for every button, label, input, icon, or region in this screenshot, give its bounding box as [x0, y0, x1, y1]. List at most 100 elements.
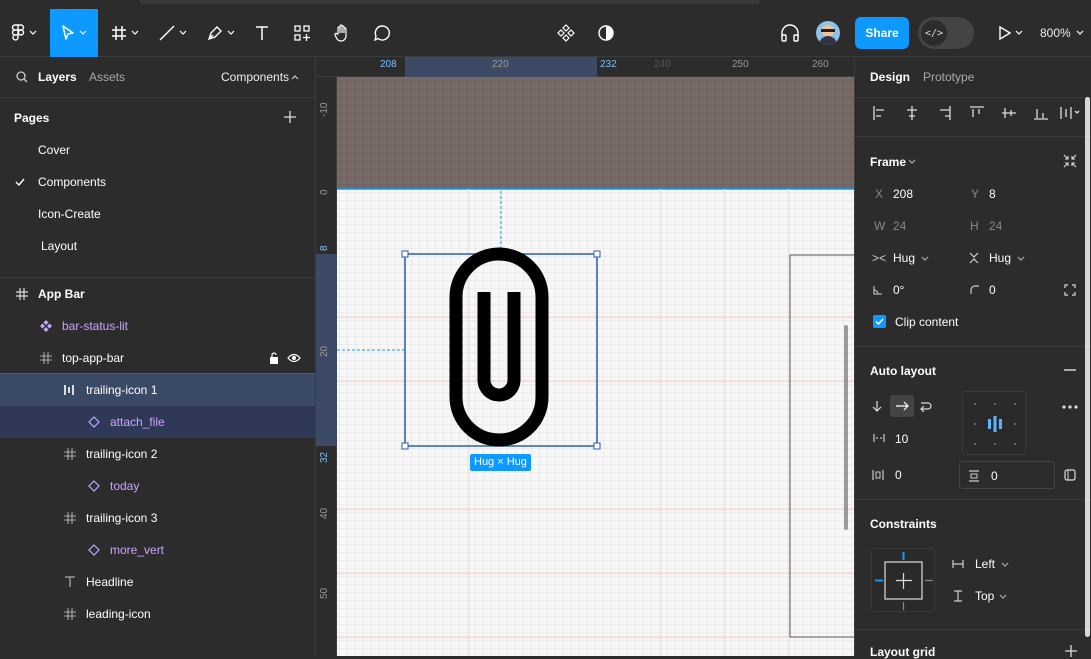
h-input[interactable]: 24 — [989, 219, 1002, 233]
auto-layout-icon — [64, 385, 74, 395]
hug-height-select[interactable]: Hug — [989, 251, 1011, 265]
layer-label: bar-status-lit — [62, 319, 129, 333]
chevron-down-icon[interactable] — [999, 594, 1007, 600]
hand-icon — [334, 24, 347, 42]
layer-row[interactable]: leading-icon — [0, 598, 315, 630]
layer-row[interactable]: trailing-icon 2 — [0, 438, 315, 470]
page-item-active[interactable]: Components — [0, 166, 315, 198]
eye-icon[interactable] — [287, 353, 301, 363]
padding-vertical-input[interactable]: 0 — [991, 469, 998, 483]
layer-row[interactable]: today — [0, 470, 315, 502]
canvas[interactable]: 208 220 232 240 250 260 -10 0 8 20 32 40… — [316, 57, 854, 656]
y-input[interactable]: 8 — [989, 187, 996, 201]
move-tool-button[interactable] — [50, 9, 98, 57]
present-button[interactable] — [994, 9, 1028, 57]
theme-toggle-button[interactable] — [592, 9, 620, 57]
pen-tool-button[interactable] — [198, 9, 244, 57]
pages-heading: Pages — [14, 111, 50, 125]
chevron-down-icon[interactable] — [1017, 256, 1025, 262]
avatar[interactable] — [816, 21, 840, 45]
zoom-level[interactable]: 800% — [1040, 26, 1071, 40]
constraint-horizontal-select[interactable]: Left — [975, 557, 995, 571]
ruler-tick: 260 — [812, 59, 829, 70]
component-button[interactable] — [552, 9, 580, 57]
tab-design[interactable]: Design — [870, 70, 910, 84]
headphones-icon — [781, 24, 799, 42]
wrap-icon[interactable] — [920, 400, 932, 412]
page-item[interactable]: Layout — [0, 230, 315, 262]
direction-vertical-icon[interactable] — [872, 400, 882, 412]
individual-padding-icon[interactable] — [1064, 469, 1076, 481]
more-options-icon[interactable] — [1062, 405, 1078, 409]
w-input[interactable]: 24 — [893, 219, 906, 233]
alignment-dots-icon — [974, 403, 1016, 445]
auto-layout-title: Auto layout — [870, 364, 936, 378]
hand-tool-button[interactable] — [328, 9, 356, 57]
remove-auto-layout-icon[interactable] — [1064, 369, 1076, 371]
alignment-grid[interactable] — [962, 391, 1026, 455]
layer-row[interactable]: Headline — [0, 566, 315, 598]
search-icon[interactable] — [16, 71, 28, 83]
panel-scrollbar[interactable] — [1085, 97, 1090, 637]
instance-icon — [88, 480, 100, 492]
chevron-down-icon[interactable] — [908, 159, 916, 165]
constraints-diagram-icon — [875, 552, 933, 610]
share-button[interactable]: Share — [855, 17, 909, 49]
layer-row[interactable]: more_vert — [0, 534, 315, 566]
layer-row[interactable]: App Bar — [0, 278, 315, 310]
components-dropdown[interactable]: Components — [221, 70, 289, 84]
layer-row-selected[interactable]: trailing-icon 1 — [0, 374, 315, 406]
constraint-vertical-select[interactable]: Top — [975, 589, 994, 603]
w-label: W — [874, 219, 886, 233]
chevron-down-icon — [179, 30, 187, 35]
text-tool-button[interactable] — [248, 9, 276, 57]
radius-input[interactable]: 0 — [989, 283, 996, 297]
comment-tool-button[interactable] — [368, 9, 396, 57]
gap-input[interactable]: 10 — [895, 432, 908, 446]
chevron-down-icon[interactable] — [1076, 30, 1084, 36]
check-icon — [875, 318, 884, 326]
page-item[interactable]: Cover — [0, 134, 315, 166]
tab-prototype[interactable]: Prototype — [923, 70, 974, 84]
add-page-icon[interactable] — [284, 111, 296, 123]
frame-section-title[interactable]: Frame — [870, 155, 906, 169]
resources-button[interactable] — [288, 9, 316, 57]
main-menu-button[interactable] — [0, 9, 48, 57]
layer-row[interactable]: bar-status-lit — [0, 310, 315, 342]
direction-horizontal-button[interactable] — [890, 395, 914, 417]
hug-width-select[interactable]: Hug — [893, 251, 915, 265]
chevron-up-icon[interactable] — [291, 74, 299, 80]
h-label: H — [970, 219, 979, 233]
clip-content-checkbox[interactable] — [873, 315, 886, 328]
ruler-tick: 50 — [319, 587, 330, 599]
constraints-widget[interactable] — [871, 548, 935, 612]
frame-tool-button[interactable] — [102, 9, 148, 57]
divider — [855, 346, 1091, 347]
layer-row[interactable]: trailing-icon 3 — [0, 502, 315, 534]
play-icon — [999, 26, 1011, 40]
dev-mode-toggle[interactable]: </> — [918, 17, 974, 49]
line-tool-button[interactable] — [150, 9, 196, 57]
tab-assets[interactable]: Assets — [89, 70, 125, 84]
components-icon — [294, 25, 310, 41]
ruler-vertical: -10 0 8 20 32 40 50 — [316, 77, 337, 656]
independent-corners-icon[interactable] — [1064, 284, 1076, 296]
chevron-down-icon — [79, 30, 87, 35]
layer-row[interactable]: top-app-bar — [0, 342, 315, 374]
rotation-input[interactable]: 0° — [893, 283, 904, 297]
padding-vertical-field[interactable]: 0 — [959, 461, 1055, 489]
x-input[interactable]: 208 — [893, 187, 913, 201]
collapse-icon[interactable] — [1063, 154, 1077, 168]
lock-icon[interactable] — [268, 351, 280, 364]
layer-row[interactable]: attach_file — [0, 406, 315, 438]
page-label: Cover — [38, 143, 71, 157]
chevron-down-icon[interactable] — [1001, 562, 1009, 568]
page-item[interactable]: Icon-Create — [0, 198, 315, 230]
horizontal-constraint-icon — [952, 560, 964, 568]
add-layout-grid-icon[interactable] — [1065, 645, 1077, 657]
tab-layers[interactable]: Layers — [38, 70, 77, 84]
padding-horizontal-input[interactable]: 0 — [895, 468, 902, 482]
audio-button[interactable] — [776, 9, 804, 57]
layers-panel: Layers Assets Components Pages Cover Com… — [0, 57, 316, 656]
chevron-down-icon[interactable] — [921, 256, 929, 262]
